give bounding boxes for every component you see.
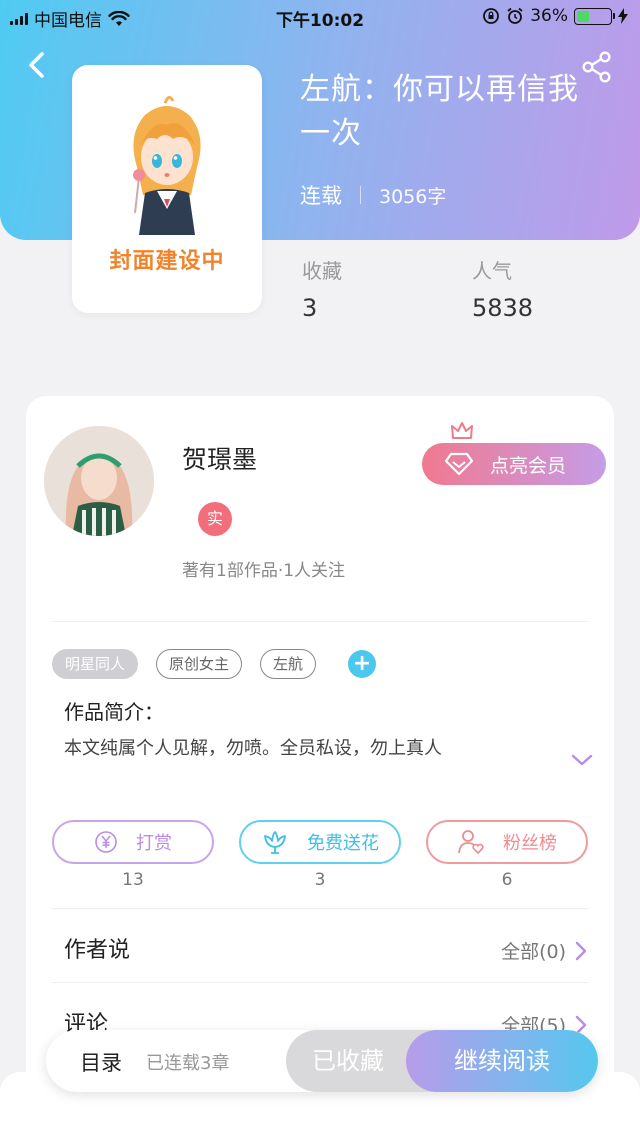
avatar-image <box>44 426 154 536</box>
bottom-action-bar: 目录 已连载3章 已收藏 继续阅读 <box>46 1030 598 1092</box>
stat-popularity: 人气 5838 <box>472 255 533 322</box>
battery-percent: 36% <box>530 6 568 26</box>
vip-label: 点亮会员 <box>490 454 567 477</box>
meta-divider <box>360 186 361 204</box>
tag-item[interactable]: 左航 <box>260 649 317 679</box>
author-name[interactable]: 贺璟墨 <box>182 440 257 476</box>
author-says-link[interactable]: 全部(0) <box>501 937 588 964</box>
book-cover[interactable]: 封面建设中 <box>72 65 262 313</box>
back-icon[interactable] <box>20 48 54 82</box>
author-stats: 著有1部作品·1人关注 <box>182 561 346 581</box>
stat-label: 人气 <box>472 259 512 283</box>
chevron-down-icon[interactable] <box>570 752 594 768</box>
stat-favorites: 收藏 3 <box>302 255 342 322</box>
reward-count: 13 <box>122 870 144 890</box>
divider <box>52 982 588 983</box>
book-title: 左航：你可以再信我一次 <box>300 72 579 151</box>
stat-label: 收藏 <box>302 259 342 283</box>
cover-illustration <box>133 96 201 235</box>
send-flower-button[interactable]: 免费送花 <box>239 820 401 864</box>
status-bar: 中国电信 下午10:02 36% <box>0 0 640 34</box>
tag-item[interactable]: 明星同人 <box>52 649 139 679</box>
crown-icon <box>451 422 473 439</box>
flower-icon <box>264 831 286 854</box>
intro-title: 作品简介： <box>64 700 164 724</box>
continue-reading-button[interactable]: 继续阅读 <box>406 1030 598 1092</box>
charging-icon <box>618 8 628 24</box>
word-count: 3056字 <box>379 185 447 208</box>
fan-ranking-button[interactable]: 粉丝榜 <box>426 820 588 864</box>
cover-placeholder-text: 封面建设中 <box>109 249 225 274</box>
action-label: 免费送花 <box>307 833 379 854</box>
diamond-icon <box>444 452 474 476</box>
rotation-lock-icon <box>483 8 500 24</box>
divider <box>52 908 588 909</box>
tag-list: 明星同人 原创女主 左航 + <box>52 649 377 679</box>
intro-text: 本文纯属个人见解，勿喷。全员私设，勿上真人 <box>64 738 442 759</box>
fan-user-heart-icon <box>458 830 484 855</box>
verified-badge: 实 <box>198 502 232 536</box>
add-tag-button[interactable]: + <box>348 650 377 678</box>
battery-icon <box>574 7 615 25</box>
action-label: 打赏 <box>136 833 172 854</box>
author-avatar[interactable] <box>44 426 154 536</box>
flower-count: 3 <box>314 870 326 890</box>
chapter-count: 已连载3章 <box>146 1053 230 1074</box>
reward-button[interactable]: 打赏 <box>52 820 214 864</box>
chevron-right-icon <box>575 941 587 960</box>
tag-item[interactable]: 原创女主 <box>156 649 243 679</box>
book-status: 连载 <box>300 184 342 208</box>
stat-value: 5838 <box>472 294 534 322</box>
alarm-icon <box>507 7 523 24</box>
author-says-title: 作者说 <box>64 938 131 963</box>
catalog-button[interactable]: 目录 <box>80 1047 122 1077</box>
vip-button[interactable]: 点亮会员 <box>422 443 606 485</box>
stat-value: 3 <box>302 294 318 322</box>
book-meta: 连载 3056字 <box>300 180 446 210</box>
detail-card: 贺璟墨 实 著有1部作品·1人关注 点亮会员 明星同人 原创女主 左航 + 作品… <box>26 396 614 1138</box>
divider <box>52 621 588 622</box>
fans-count: 6 <box>501 870 513 890</box>
status-right: 36% <box>482 6 628 26</box>
yen-coin-icon <box>95 831 117 853</box>
link-label: 全部(0) <box>501 941 566 963</box>
action-label: 粉丝榜 <box>503 833 557 854</box>
